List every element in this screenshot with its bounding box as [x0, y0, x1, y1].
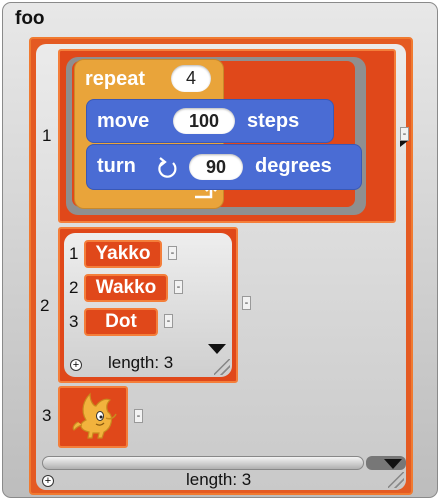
- collapse-down-icon[interactable]: [208, 344, 226, 354]
- move-steps-input[interactable]: 100: [173, 108, 235, 134]
- rotate-clockwise-icon: [157, 155, 179, 185]
- remove-item-button[interactable]: -: [164, 314, 173, 328]
- script-cell[interactable]: repeat 4 move 100 steps turn 90 degrees: [58, 49, 409, 223]
- remove-item-button[interactable]: -: [174, 280, 183, 294]
- move-label: move: [97, 110, 150, 132]
- list-index: 2: [69, 278, 79, 297]
- turn-degrees-input[interactable]: 90: [189, 154, 243, 180]
- nested-list-watcher: 1 Yakko - 2 Wakko - 3 Dot - + length: 3: [64, 233, 232, 377]
- move-block[interactable]: move 100 steps: [86, 99, 334, 143]
- add-item-button[interactable]: +: [70, 359, 82, 371]
- turn-block[interactable]: turn 90 degrees: [86, 144, 362, 190]
- list-cell[interactable]: Dot: [84, 308, 158, 336]
- list-cell[interactable]: Yakko: [84, 240, 162, 268]
- list-length-label: length: 3: [186, 470, 252, 489]
- list-index: 3: [42, 406, 52, 425]
- remove-item-button[interactable]: -: [134, 409, 143, 423]
- remove-item-button[interactable]: -: [168, 246, 177, 260]
- watcher-title: foo: [15, 8, 45, 29]
- remove-item-button[interactable]: -: [242, 296, 251, 310]
- list-index: 3: [69, 312, 79, 331]
- list-index: 1: [42, 126, 52, 145]
- repeat-count-input[interactable]: 4: [171, 65, 211, 92]
- sprite-cell[interactable]: [58, 386, 128, 448]
- resize-handle-icon[interactable]: [214, 359, 230, 375]
- move-suffix: steps: [247, 110, 300, 132]
- nested-list-cell: 1 Yakko - 2 Wakko - 3 Dot - + length: 3: [58, 227, 238, 383]
- add-item-button[interactable]: +: [42, 475, 54, 487]
- variable-watcher: foo 1 repeat 4 move 100 steps turn 90 de…: [2, 2, 438, 498]
- outer-list-watcher: 1 repeat 4 move 100 steps turn 90 degree…: [29, 37, 413, 495]
- resize-handle-icon[interactable]: [388, 472, 404, 488]
- horizontal-scrollbar[interactable]: [42, 456, 364, 470]
- turn-label: turn: [97, 155, 136, 177]
- script-frame: repeat 4 move 100 steps turn 90 degrees: [66, 57, 366, 215]
- turn-suffix: degrees: [255, 155, 332, 177]
- list-index: 1: [69, 244, 79, 263]
- repeat-label: repeat: [85, 68, 146, 90]
- sprite-alonzo-icon: [66, 392, 120, 447]
- collapse-down-icon[interactable]: [384, 459, 402, 469]
- list-cell[interactable]: Wakko: [84, 274, 168, 302]
- list-length-label: length: 3: [108, 353, 174, 372]
- list-index: 2: [40, 296, 50, 315]
- remove-item-button[interactable]: -: [400, 127, 409, 141]
- outer-list-body: 1 repeat 4 move 100 steps turn 90 degree…: [36, 44, 409, 490]
- script-frame-body: repeat 4 move 100 steps turn 90 degrees: [72, 59, 362, 209]
